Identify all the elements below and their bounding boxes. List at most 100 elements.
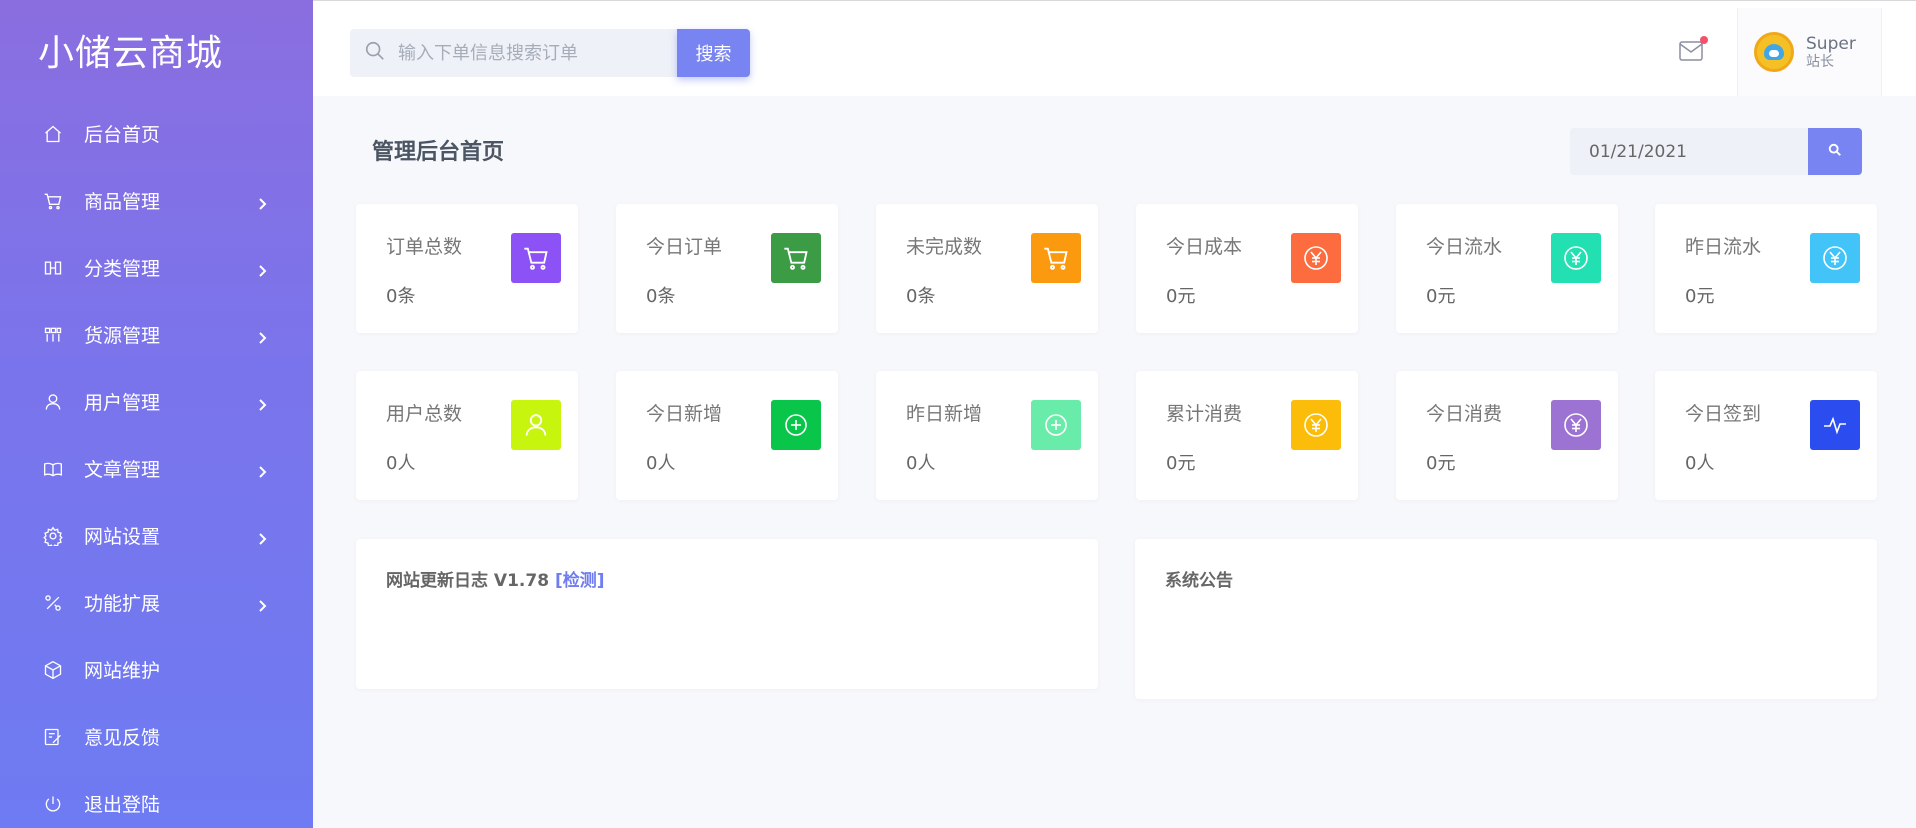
sidebar-item-0[interactable]: 后台首页	[0, 100, 313, 167]
search-button[interactable]: 搜索	[677, 29, 750, 77]
stat-label: 今日新增	[646, 403, 723, 425]
chevron-right-icon	[255, 194, 269, 210]
date-search-button[interactable]	[1808, 128, 1862, 175]
stat-label: 今日订单	[646, 236, 723, 258]
sidebar-item-1[interactable]: 商品管理	[0, 167, 313, 234]
power-icon	[42, 793, 64, 815]
announcement-panel: 系统公告	[1135, 539, 1877, 699]
stat-card: 未完成数 0条	[876, 204, 1098, 333]
sidebar-item-2[interactable]: 分类管理	[0, 234, 313, 301]
sidebar-item-label: 商品管理	[84, 191, 161, 213]
sidebar-item-label: 分类管理	[84, 258, 161, 280]
stat-value: 0元	[1685, 286, 1715, 307]
check-update-link[interactable]: [检测]	[555, 571, 605, 591]
stat-card: 用户总数 0人	[356, 371, 578, 500]
cart-icon	[42, 190, 64, 212]
sidebar-item-5[interactable]: 文章管理	[0, 435, 313, 502]
stat-value: 0人	[1685, 453, 1715, 474]
sidebar-item-3[interactable]: 货源管理	[0, 301, 313, 368]
gear-icon	[42, 525, 64, 547]
stat-value: 0条	[386, 286, 416, 307]
search-box	[350, 29, 677, 77]
date-filter	[1570, 128, 1862, 175]
stat-card: 今日消费 0元	[1396, 371, 1618, 500]
book-icon	[42, 458, 64, 480]
sidebar-item-7[interactable]: 功能扩展	[0, 569, 313, 636]
stat-value: 0条	[906, 286, 936, 307]
columns-icon	[42, 257, 64, 279]
stat-card: 昨日流水 0元	[1655, 204, 1877, 333]
stat-label: 今日成本	[1166, 236, 1243, 258]
stat-card: 今日订单 0条	[616, 204, 838, 333]
search-icon	[364, 40, 398, 66]
tools-icon	[42, 592, 64, 614]
stat-label: 未完成数	[906, 236, 983, 258]
sidebar-item-9[interactable]: 意见反馈	[0, 703, 313, 770]
feedback-icon	[42, 726, 64, 748]
stat-value: 0人	[646, 453, 676, 474]
stat-label: 昨日流水	[1685, 236, 1762, 258]
sidebar-item-4[interactable]: 用户管理	[0, 368, 313, 435]
stat-card: 今日签到 0人	[1655, 371, 1877, 500]
sidebar-item-6[interactable]: 网站设置	[0, 502, 313, 569]
sidebar-item-label: 网站设置	[84, 526, 161, 548]
stat-label: 今日流水	[1426, 236, 1503, 258]
chevron-right-icon	[255, 261, 269, 277]
stat-card: 今日流水 0元	[1396, 204, 1618, 333]
stat-value: 0元	[1426, 286, 1456, 307]
sidebar-item-label: 退出登陆	[84, 794, 161, 816]
cart-icon	[511, 233, 561, 283]
stat-value: 0元	[1166, 286, 1196, 307]
sidebar-item-label: 后台首页	[84, 124, 161, 146]
date-input[interactable]	[1570, 128, 1808, 175]
page-title: 管理后台首页	[372, 140, 505, 165]
mail-icon	[1679, 41, 1703, 65]
user-icon	[42, 391, 64, 413]
sidebar: 小储云商城 后台首页商品管理分类管理货源管理用户管理文章管理网站设置功能扩展网站…	[0, 0, 313, 828]
stat-label: 今日签到	[1685, 403, 1762, 425]
yen-icon	[1551, 400, 1601, 450]
sidebar-nav: 后台首页商品管理分类管理货源管理用户管理文章管理网站设置功能扩展网站维护意见反馈…	[0, 100, 313, 828]
stat-value: 0元	[1166, 453, 1196, 474]
grid-icon	[42, 324, 64, 346]
search-input[interactable]	[398, 42, 638, 64]
cart-icon	[1031, 233, 1081, 283]
user-role: 站长	[1806, 54, 1834, 70]
plus-circle-icon	[1031, 400, 1081, 450]
sidebar-item-label: 功能扩展	[84, 593, 161, 615]
stat-value: 0元	[1426, 453, 1456, 474]
sidebar-item-8[interactable]: 网站维护	[0, 636, 313, 703]
mail-button[interactable]	[1679, 36, 1708, 65]
stat-card: 今日成本 0元	[1136, 204, 1358, 333]
cube-icon	[42, 659, 64, 681]
sidebar-item-label: 意见反馈	[84, 727, 161, 749]
yen-icon	[1551, 233, 1601, 283]
chevron-right-icon	[255, 328, 269, 344]
avatar	[1754, 32, 1794, 72]
order-search: 搜索	[350, 29, 750, 77]
pulse-icon	[1810, 400, 1860, 450]
notification-dot	[1700, 36, 1708, 44]
user-icon	[511, 400, 561, 450]
stat-card: 累计消费 0元	[1136, 371, 1358, 500]
chevron-right-icon	[255, 529, 269, 545]
sidebar-item-label: 货源管理	[84, 325, 161, 347]
brand-logo[interactable]: 小储云商城	[0, 0, 313, 100]
stat-label: 订单总数	[386, 236, 463, 258]
sidebar-item-label: 文章管理	[84, 459, 161, 481]
yen-icon	[1291, 233, 1341, 283]
sidebar-item-label: 用户管理	[84, 392, 161, 414]
sidebar-item-10[interactable]: 退出登陆	[0, 770, 313, 828]
sidebar-item-label: 网站维护	[84, 660, 161, 682]
cart-icon	[771, 233, 821, 283]
stat-label: 今日消费	[1426, 403, 1503, 425]
chevron-right-icon	[255, 462, 269, 478]
user-menu[interactable]: Super 站长	[1737, 8, 1882, 96]
user-name: Super	[1806, 34, 1856, 54]
stat-card: 昨日新增 0人	[876, 371, 1098, 500]
update-log-title: 网站更新日志 V1.78	[386, 571, 550, 591]
update-log-panel: 网站更新日志 V1.78 [检测]	[356, 539, 1098, 689]
stat-label: 昨日新增	[906, 403, 983, 425]
stat-label: 累计消费	[1166, 403, 1243, 425]
chevron-right-icon	[255, 596, 269, 612]
